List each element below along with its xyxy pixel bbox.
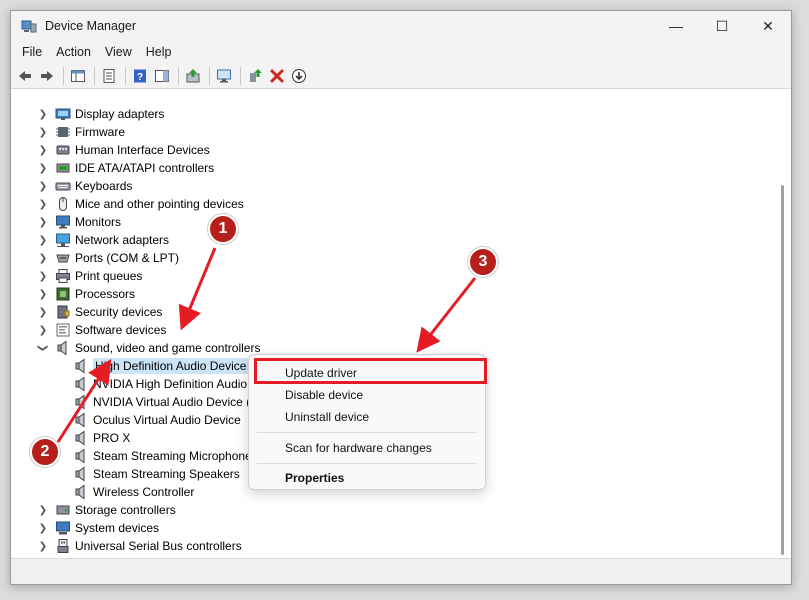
annotation-badge-1: 1	[208, 214, 238, 244]
arrow-2	[56, 358, 112, 443]
arrow-3	[416, 277, 477, 353]
annotation-arrows	[56, 247, 477, 443]
annotation-badge-2: 2	[30, 437, 60, 467]
arrow-1	[178, 247, 217, 331]
annotation-badge-3: 3	[468, 247, 498, 277]
